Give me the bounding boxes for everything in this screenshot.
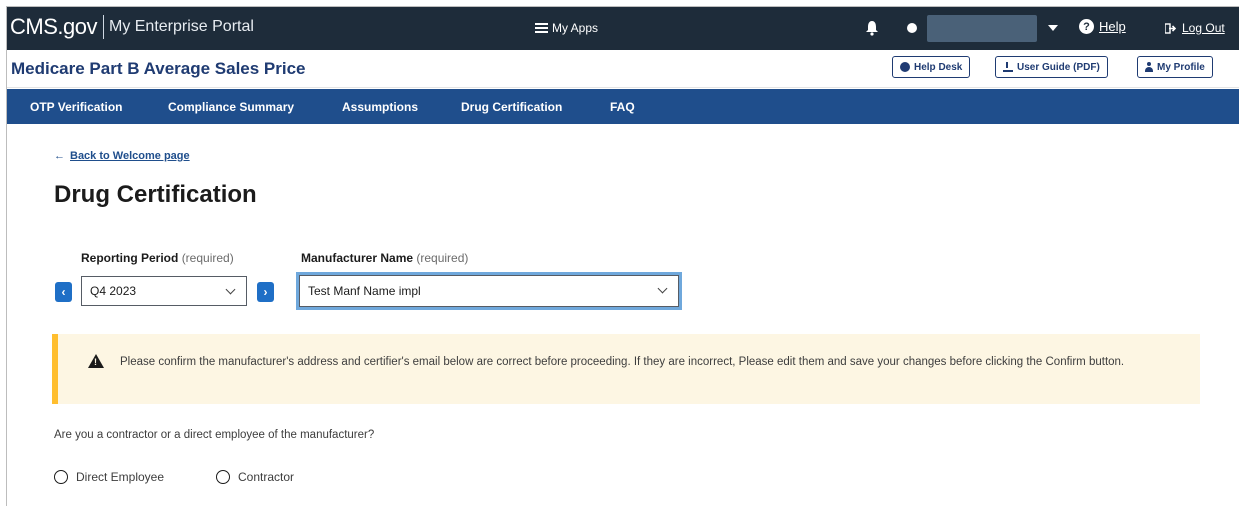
bell-icon[interactable] xyxy=(865,20,879,36)
next-period-button[interactable]: › xyxy=(257,282,274,302)
app-frame: CMS.gov My Enterprise Portal My Apps ? H… xyxy=(6,6,1239,506)
reporting-period-value: Q4 2023 xyxy=(90,284,137,298)
user-avatar-icon xyxy=(907,23,917,33)
download-icon xyxy=(1003,61,1013,72)
help-label[interactable]: Help xyxy=(1099,19,1126,34)
employment-question: Are you a contractor or a direct employe… xyxy=(54,429,375,441)
nav-assumptions[interactable]: Assumptions xyxy=(342,100,418,114)
logout-label[interactable]: Log Out xyxy=(1182,21,1225,35)
brand-divider xyxy=(102,15,104,39)
help-link[interactable]: ? Help xyxy=(1079,19,1126,34)
back-link[interactable]: ← Back to Welcome page xyxy=(54,150,190,162)
radio-circle[interactable] xyxy=(54,470,68,484)
nav-compliance-summary[interactable]: Compliance Summary xyxy=(168,100,294,114)
list-icon xyxy=(535,22,548,34)
cms-logo: CMS.gov xyxy=(10,14,97,39)
page-title: Drug Certification xyxy=(54,181,257,208)
portal-name: My Enterprise Portal xyxy=(108,18,254,35)
user-guide-label: User Guide (PDF) xyxy=(1017,61,1100,73)
sign-out-icon xyxy=(1165,22,1177,34)
my-profile-button[interactable]: My Profile xyxy=(1137,56,1213,78)
warning-alert: ! Please confirm the manufacturer's addr… xyxy=(52,334,1200,404)
nav-faq[interactable]: FAQ xyxy=(610,100,635,114)
user-guide-button[interactable]: User Guide (PDF) xyxy=(995,56,1108,78)
manufacturer-name-select[interactable]: Test Manf Name impl xyxy=(296,272,682,310)
brand[interactable]: CMS.gov My Enterprise Portal xyxy=(10,14,254,40)
help-desk-button[interactable]: Help Desk xyxy=(892,56,971,78)
reporting-period-label: Reporting Period (required) xyxy=(81,251,234,265)
app-title: Medicare Part B Average Sales Price xyxy=(11,59,306,78)
global-header: CMS.gov My Enterprise Portal My Apps ? H… xyxy=(7,7,1239,50)
required-hint: (required) xyxy=(181,251,234,265)
alert-message: Please confirm the manufacturer's addres… xyxy=(120,356,1125,368)
question-circle-icon: ? xyxy=(1079,19,1094,34)
chevron-down-icon xyxy=(657,283,668,294)
main-nav: OTP Verification Compliance Summary Assu… xyxy=(7,89,1239,124)
back-link-label[interactable]: Back to Welcome page xyxy=(70,150,190,162)
my-profile-label: My Profile xyxy=(1157,61,1205,73)
nav-otp-verification[interactable]: OTP Verification xyxy=(30,100,122,114)
question-circle-icon xyxy=(900,62,910,72)
user-icon xyxy=(1145,62,1153,72)
radio-direct-employee[interactable]: Direct Employee xyxy=(54,470,164,484)
reporting-period-label-text: Reporting Period xyxy=(81,251,179,265)
reporting-period-select[interactable]: Q4 2023 xyxy=(81,276,247,306)
app-header: Medicare Part B Average Sales Price Help… xyxy=(7,50,1239,88)
radio-label: Direct Employee xyxy=(76,470,165,484)
previous-period-button[interactable]: ‹ xyxy=(55,282,72,302)
logout-link[interactable]: Log Out xyxy=(1165,21,1225,35)
manufacturer-name-label-text: Manufacturer Name xyxy=(301,251,414,265)
username-redacted xyxy=(927,15,1037,42)
manufacturer-name-label: Manufacturer Name (required) xyxy=(301,251,468,265)
my-apps-button[interactable]: My Apps xyxy=(535,21,598,35)
radio-label: Contractor xyxy=(238,470,295,484)
warning-icon: ! xyxy=(88,354,104,368)
radio-circle[interactable] xyxy=(216,470,230,484)
my-apps-label: My Apps xyxy=(552,21,599,35)
manufacturer-name-value: Test Manf Name impl xyxy=(308,284,421,298)
arrow-left-icon: ← xyxy=(54,150,65,162)
nav-drug-certification[interactable]: Drug Certification xyxy=(461,100,562,114)
help-desk-label: Help Desk xyxy=(914,61,963,73)
radio-contractor[interactable]: Contractor xyxy=(216,470,294,484)
required-hint: (required) xyxy=(416,251,469,265)
user-menu-caret-icon[interactable] xyxy=(1048,25,1058,31)
chevron-down-icon xyxy=(225,284,236,295)
